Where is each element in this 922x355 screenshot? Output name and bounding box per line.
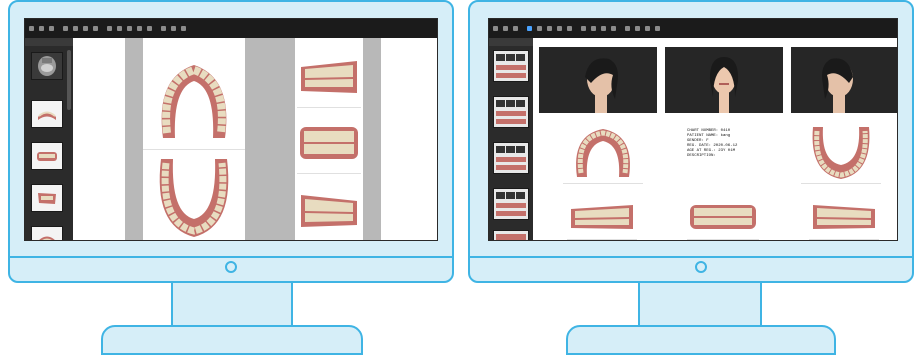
- patient-info-panel: CHART NUMBER: 0410 PATIENT NAME: kang GE…: [687, 129, 757, 159]
- toolbar-tool-icon[interactable]: [527, 26, 532, 31]
- description-label: DESCRIPTION:: [687, 154, 716, 158]
- thumbnail-layout[interactable]: [493, 50, 529, 82]
- right-screen: CHART NUMBER: 0410 PATIENT NAME: kang GE…: [488, 18, 898, 241]
- toolbar-tool-icon[interactable]: [161, 26, 166, 31]
- viewport-gutter: [125, 38, 143, 240]
- toolbar-tool-icon[interactable]: [127, 26, 132, 31]
- right-buccal-model[interactable]: [567, 195, 637, 240]
- frontal-model[interactable]: [687, 195, 759, 240]
- toolbar-tool-icon[interactable]: [137, 26, 142, 31]
- left-buccal-model[interactable]: [809, 195, 879, 240]
- upper-arch-occlusal-view[interactable]: [143, 43, 245, 150]
- toolbar: [489, 19, 897, 38]
- viewport-gutter: [363, 38, 381, 240]
- toolbar-tool-icon[interactable]: [557, 26, 562, 31]
- toolbar-tool-icon[interactable]: [107, 26, 112, 31]
- profile-photo-right[interactable]: [539, 47, 657, 113]
- monitor-power-icon[interactable]: [225, 261, 237, 273]
- left-screen: [24, 18, 438, 241]
- monitor-base: [566, 325, 836, 355]
- toolbar-tool-icon[interactable]: [611, 26, 616, 31]
- toolbar-tool-icon[interactable]: [181, 26, 186, 31]
- upper-arch-model[interactable]: [563, 121, 643, 184]
- monitor-power-icon[interactable]: [695, 261, 707, 273]
- monitor-neck: [171, 283, 293, 327]
- toolbar-tool-icon[interactable]: [171, 26, 176, 31]
- save-icon[interactable]: [49, 26, 54, 31]
- toolbar-tool-icon[interactable]: [93, 26, 98, 31]
- thumbnail-layout[interactable]: [493, 230, 529, 240]
- toolbar-tool-icon[interactable]: [655, 26, 660, 31]
- right-buccal-view[interactable]: [297, 45, 361, 108]
- frontal-buccal-view[interactable]: [297, 111, 361, 174]
- sidebar-tabs[interactable]: [25, 38, 73, 46]
- menu-icon[interactable]: [29, 26, 34, 31]
- toolbar: [25, 19, 437, 38]
- toolbar-tool-icon[interactable]: [625, 26, 630, 31]
- thumbnail-layout[interactable]: [493, 96, 529, 128]
- toolbar-tool-icon[interactable]: [73, 26, 78, 31]
- lower-arch-occlusal-view[interactable]: [143, 151, 245, 240]
- lower-arch-model[interactable]: [801, 121, 881, 184]
- toolbar-tool-icon[interactable]: [591, 26, 596, 31]
- thumbnail-sidebar: [25, 38, 73, 240]
- thumbnail-model[interactable]: [31, 184, 63, 212]
- toolbar-tool-icon[interactable]: [63, 26, 68, 31]
- thumbnail-layout[interactable]: [493, 142, 529, 174]
- toolbar-tool-icon[interactable]: [547, 26, 552, 31]
- menu-icon[interactable]: [493, 26, 498, 31]
- viewport-gutter: [245, 38, 295, 240]
- thumbnail-model[interactable]: [31, 142, 63, 170]
- thumbnail-layout[interactable]: [493, 188, 529, 220]
- file-icon[interactable]: [39, 26, 44, 31]
- thumbnail-ct-scan[interactable]: [31, 52, 63, 80]
- save-icon[interactable]: [513, 26, 518, 31]
- toolbar-tool-icon[interactable]: [567, 26, 572, 31]
- toolbar-tool-icon[interactable]: [601, 26, 606, 31]
- monitor-base: [101, 325, 363, 355]
- toolbar-tool-icon[interactable]: [147, 26, 152, 31]
- sidebar-tabs[interactable]: [489, 38, 533, 46]
- toolbar-tool-icon[interactable]: [645, 26, 650, 31]
- thumbnail-model[interactable]: [31, 100, 63, 128]
- chin-divider: [8, 256, 454, 258]
- toolbar-tool-icon[interactable]: [581, 26, 586, 31]
- monitor-neck: [638, 283, 762, 327]
- toolbar-tool-icon[interactable]: [117, 26, 122, 31]
- sidebar-scrollbar[interactable]: [67, 50, 71, 110]
- thumbnail-model[interactable]: [31, 226, 63, 240]
- toolbar-tool-icon[interactable]: [83, 26, 88, 31]
- layout-thumbnail-sidebar: [489, 38, 533, 240]
- left-buccal-view[interactable]: [297, 179, 361, 240]
- toolbar-tool-icon[interactable]: [537, 26, 542, 31]
- file-icon[interactable]: [503, 26, 508, 31]
- frontal-photo[interactable]: [665, 47, 783, 113]
- toolbar-tool-icon[interactable]: [635, 26, 640, 31]
- chin-divider: [468, 256, 914, 258]
- profile-photo-left[interactable]: [791, 47, 897, 113]
